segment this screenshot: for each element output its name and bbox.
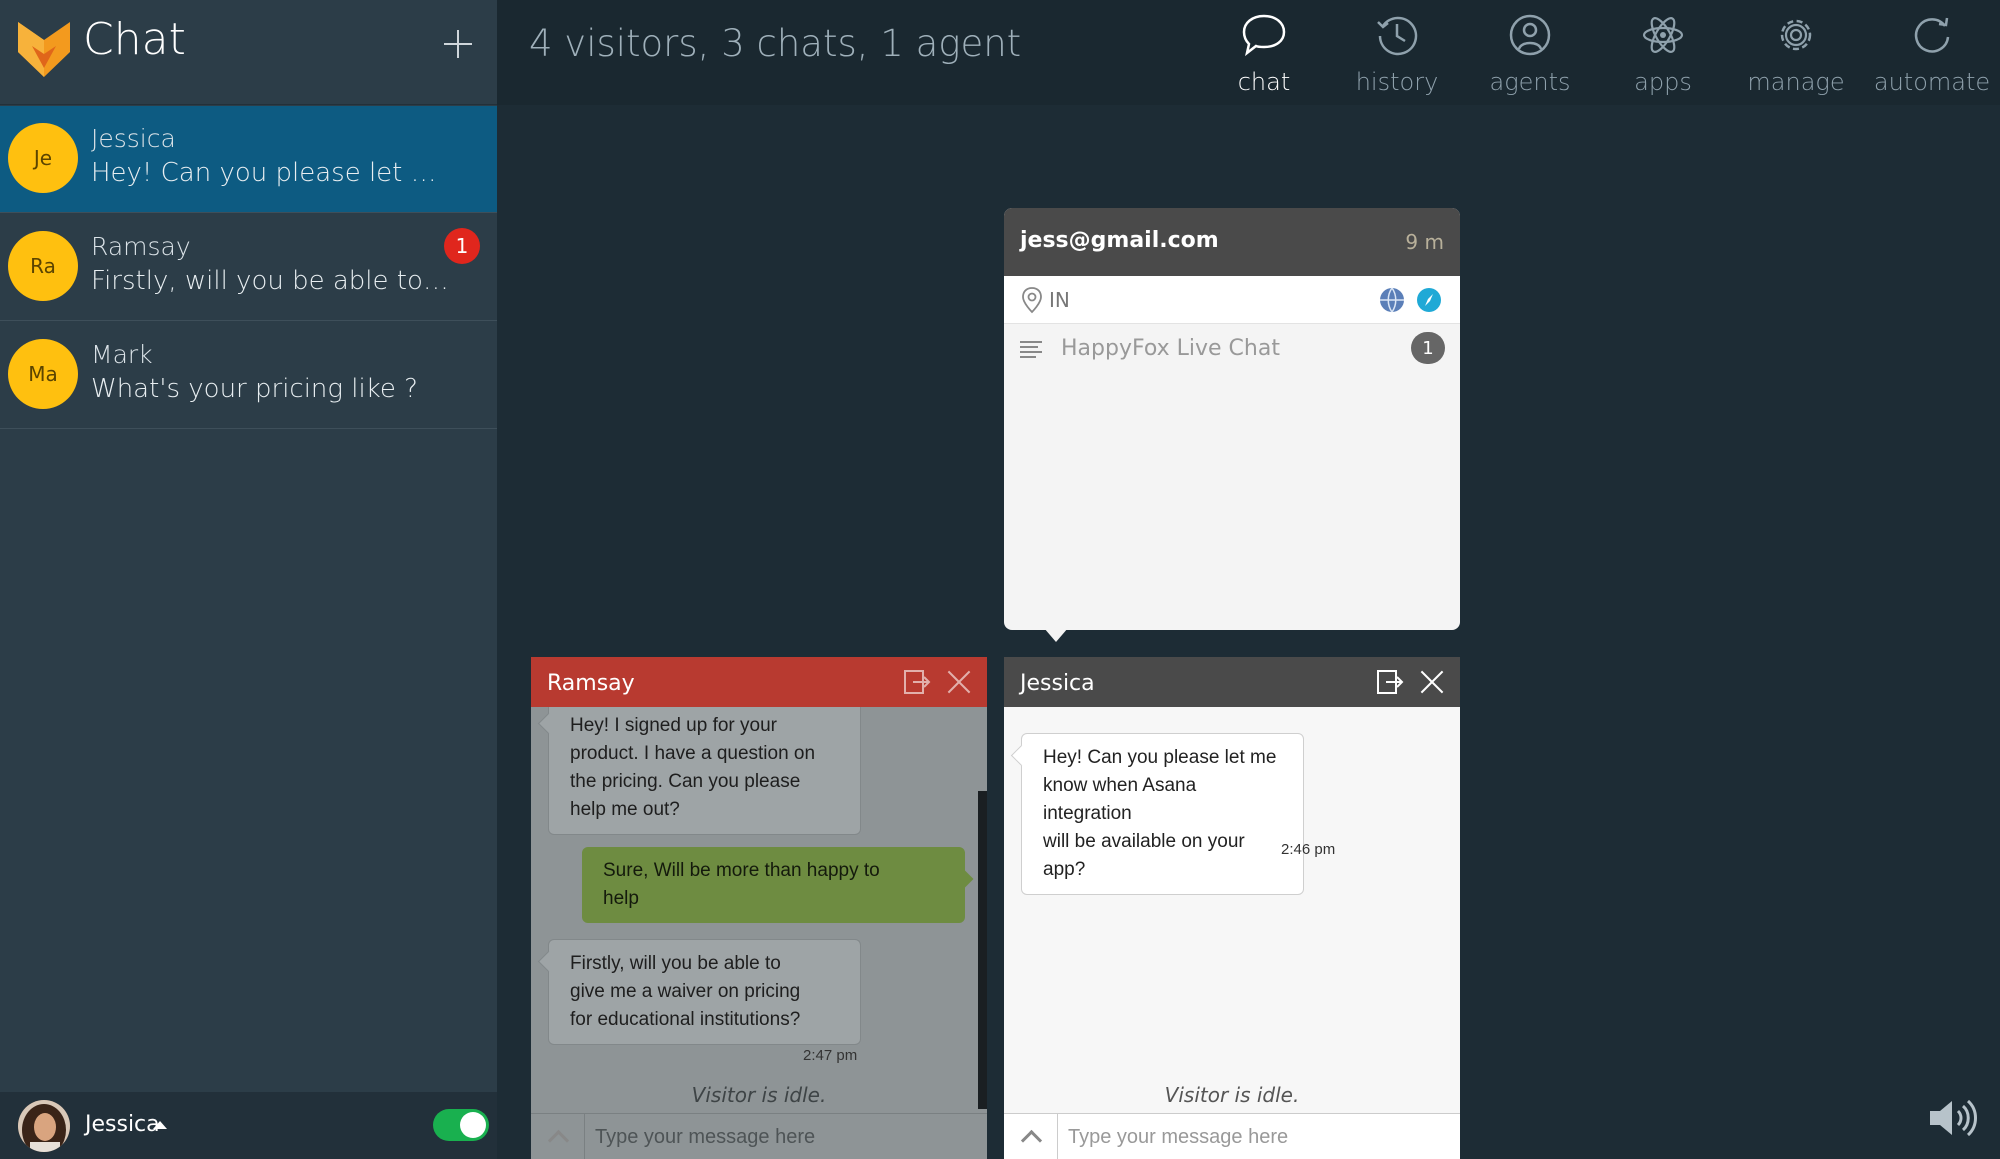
nav-chat[interactable]: chat xyxy=(1199,0,1329,105)
nav-label: apps xyxy=(1634,68,1692,96)
visitor-idle-status: Visitor is idle. xyxy=(691,1083,827,1107)
visitor-avatar: Je xyxy=(8,123,78,193)
message-timestamp: 2:46 pm xyxy=(1281,841,1336,858)
sidebar: Chat Je Jessica Hey! Can you please let … xyxy=(0,0,497,1159)
agent-photo-icon xyxy=(18,1100,70,1152)
toggle-knob xyxy=(460,1112,486,1138)
safari-icon xyxy=(1417,288,1441,312)
visitor-location-row: IN xyxy=(1004,276,1460,324)
chat-duration: 9 m xyxy=(1405,230,1444,254)
activity-summary: 4 visitors, 3 chats, 1 agent xyxy=(529,22,1022,65)
nav-label: manage xyxy=(1747,68,1845,96)
message-line: the pricing. Can you please xyxy=(570,771,801,792)
atom-icon xyxy=(1642,17,1684,53)
chat-transcript: Hey! Can you please let me know when Asa… xyxy=(1004,707,1460,1109)
agent-name[interactable]: Jessica xyxy=(85,1112,160,1137)
visitor-message: Hey! I signed up for your product. I hav… xyxy=(548,707,861,835)
location-pin-icon xyxy=(1022,287,1042,314)
app-title: Chat xyxy=(83,14,186,65)
page-visit-count: 1 xyxy=(1411,332,1445,364)
message-composer xyxy=(1004,1113,1460,1159)
chat-list-item-ramsay[interactable]: Ra Ramsay Firstly, will you be able to g… xyxy=(0,214,497,321)
visitor-email: jess@gmail.com xyxy=(1020,228,1219,253)
pop-out-icon[interactable] xyxy=(903,669,931,695)
message-preview: What's your pricing like ? xyxy=(91,374,418,404)
pop-out-icon[interactable] xyxy=(1376,669,1404,695)
nav-manage[interactable]: manage xyxy=(1731,0,1861,105)
nav-apps[interactable]: apps xyxy=(1598,0,1728,105)
nav-label: history xyxy=(1355,68,1439,96)
chat-window-jessica: Jessica Hey! Can you please let me know … xyxy=(1004,657,1460,1159)
expand-composer-button[interactable] xyxy=(1004,1114,1058,1159)
speech-bubble-icon xyxy=(1242,14,1286,57)
message-line: help xyxy=(603,888,639,909)
message-line: help me out? xyxy=(570,799,680,820)
visitor-name: Ramsay xyxy=(91,232,191,261)
message-line: know when Asana integration xyxy=(1043,775,1197,824)
browser-icon xyxy=(1380,287,1404,313)
agent-status-bar: Jessica xyxy=(0,1092,497,1159)
visited-page-row[interactable]: HappyFox Live Chat 1 xyxy=(1004,324,1460,372)
close-icon[interactable] xyxy=(1419,669,1445,695)
transcript-scrollbar[interactable] xyxy=(978,791,987,1109)
nav-agents[interactable]: agents xyxy=(1465,0,1595,105)
message-line: for educational institutions? xyxy=(570,1009,801,1030)
chat-window-ramsay: Ramsay Hey! I signed up for your product… xyxy=(531,657,987,1159)
page-lines-icon xyxy=(1020,341,1042,358)
visitor-message: Firstly, will you be able to give me a w… xyxy=(548,939,861,1045)
visitor-name: Mark xyxy=(91,340,153,369)
message-preview: Firstly, will you be able to give… xyxy=(91,266,451,296)
message-composer xyxy=(531,1113,987,1159)
visitor-idle-status: Visitor is idle. xyxy=(1164,1083,1300,1107)
top-bar: 4 visitors, 3 chats, 1 agent chat histor… xyxy=(497,0,2000,105)
fox-logo-icon xyxy=(18,22,70,77)
message-timestamp: 2:47 pm xyxy=(803,1047,858,1064)
nav-label: agents xyxy=(1489,68,1571,96)
visitor-info-card: jess@gmail.com 9 m IN HappyFox Live Chat… xyxy=(1004,208,1460,642)
nav-label: chat xyxy=(1237,68,1291,96)
new-chat-button[interactable] xyxy=(440,26,476,62)
sidebar-header: Chat xyxy=(0,0,497,105)
visitor-info-header: jess@gmail.com 9 m xyxy=(1004,208,1460,276)
unread-badge: 1 xyxy=(444,228,480,264)
card-pointer xyxy=(1044,628,1068,642)
message-line: Sure, Will be more than happy to xyxy=(603,860,880,881)
chat-list-item-jessica[interactable]: Je Jessica Hey! Can you please let me kn… xyxy=(0,106,497,213)
chat-list-item-mark[interactable]: Ma Mark What's your pricing like ? xyxy=(0,322,497,429)
online-status-toggle[interactable] xyxy=(433,1109,489,1141)
message-preview: Hey! Can you please let me kn… xyxy=(91,158,451,188)
message-line: give me a waiver on pricing xyxy=(570,981,801,1002)
message-line: will be available on your app? xyxy=(1043,831,1245,880)
gear-icon xyxy=(1780,19,1812,51)
expand-composer-button[interactable] xyxy=(531,1114,585,1159)
visitor-avatar: Ra xyxy=(8,231,78,301)
chat-window-title: Ramsay xyxy=(547,671,635,696)
message-line: Hey! I signed up for your xyxy=(570,715,777,736)
refresh-icon xyxy=(1914,17,1950,53)
clock-icon xyxy=(1377,16,1418,56)
nav-history[interactable]: history xyxy=(1332,0,1462,105)
person-icon xyxy=(1509,14,1551,56)
visited-page-title: HappyFox Live Chat xyxy=(1061,336,1280,361)
chat-window-header[interactable]: Ramsay xyxy=(531,657,987,707)
volume-icon[interactable] xyxy=(1928,1096,1978,1140)
close-icon[interactable] xyxy=(946,669,972,695)
agent-avatar[interactable] xyxy=(18,1100,70,1152)
caret-up-icon[interactable] xyxy=(153,1121,167,1129)
message-line: Hey! Can you please let me xyxy=(1043,747,1277,768)
agent-message: Sure, Will be more than happy to help xyxy=(582,847,965,923)
message-input[interactable] xyxy=(585,1114,987,1159)
chat-transcript: Hey! I signed up for your product. I hav… xyxy=(531,707,987,1109)
nav-automate[interactable]: automate xyxy=(1867,0,1997,105)
chat-window-header[interactable]: Jessica xyxy=(1004,657,1460,707)
message-line: Firstly, will you be able to xyxy=(570,953,781,974)
message-line: product. I have a question on xyxy=(570,743,816,764)
message-input[interactable] xyxy=(1058,1114,1460,1159)
chat-window-title: Jessica xyxy=(1020,671,1095,696)
visitor-message: Hey! Can you please let me know when Asa… xyxy=(1021,733,1304,895)
visitor-name: Jessica xyxy=(91,124,176,153)
nav-label: automate xyxy=(1873,68,1991,96)
visitor-avatar: Ma xyxy=(8,339,78,409)
visitor-country: IN xyxy=(1049,288,1070,312)
